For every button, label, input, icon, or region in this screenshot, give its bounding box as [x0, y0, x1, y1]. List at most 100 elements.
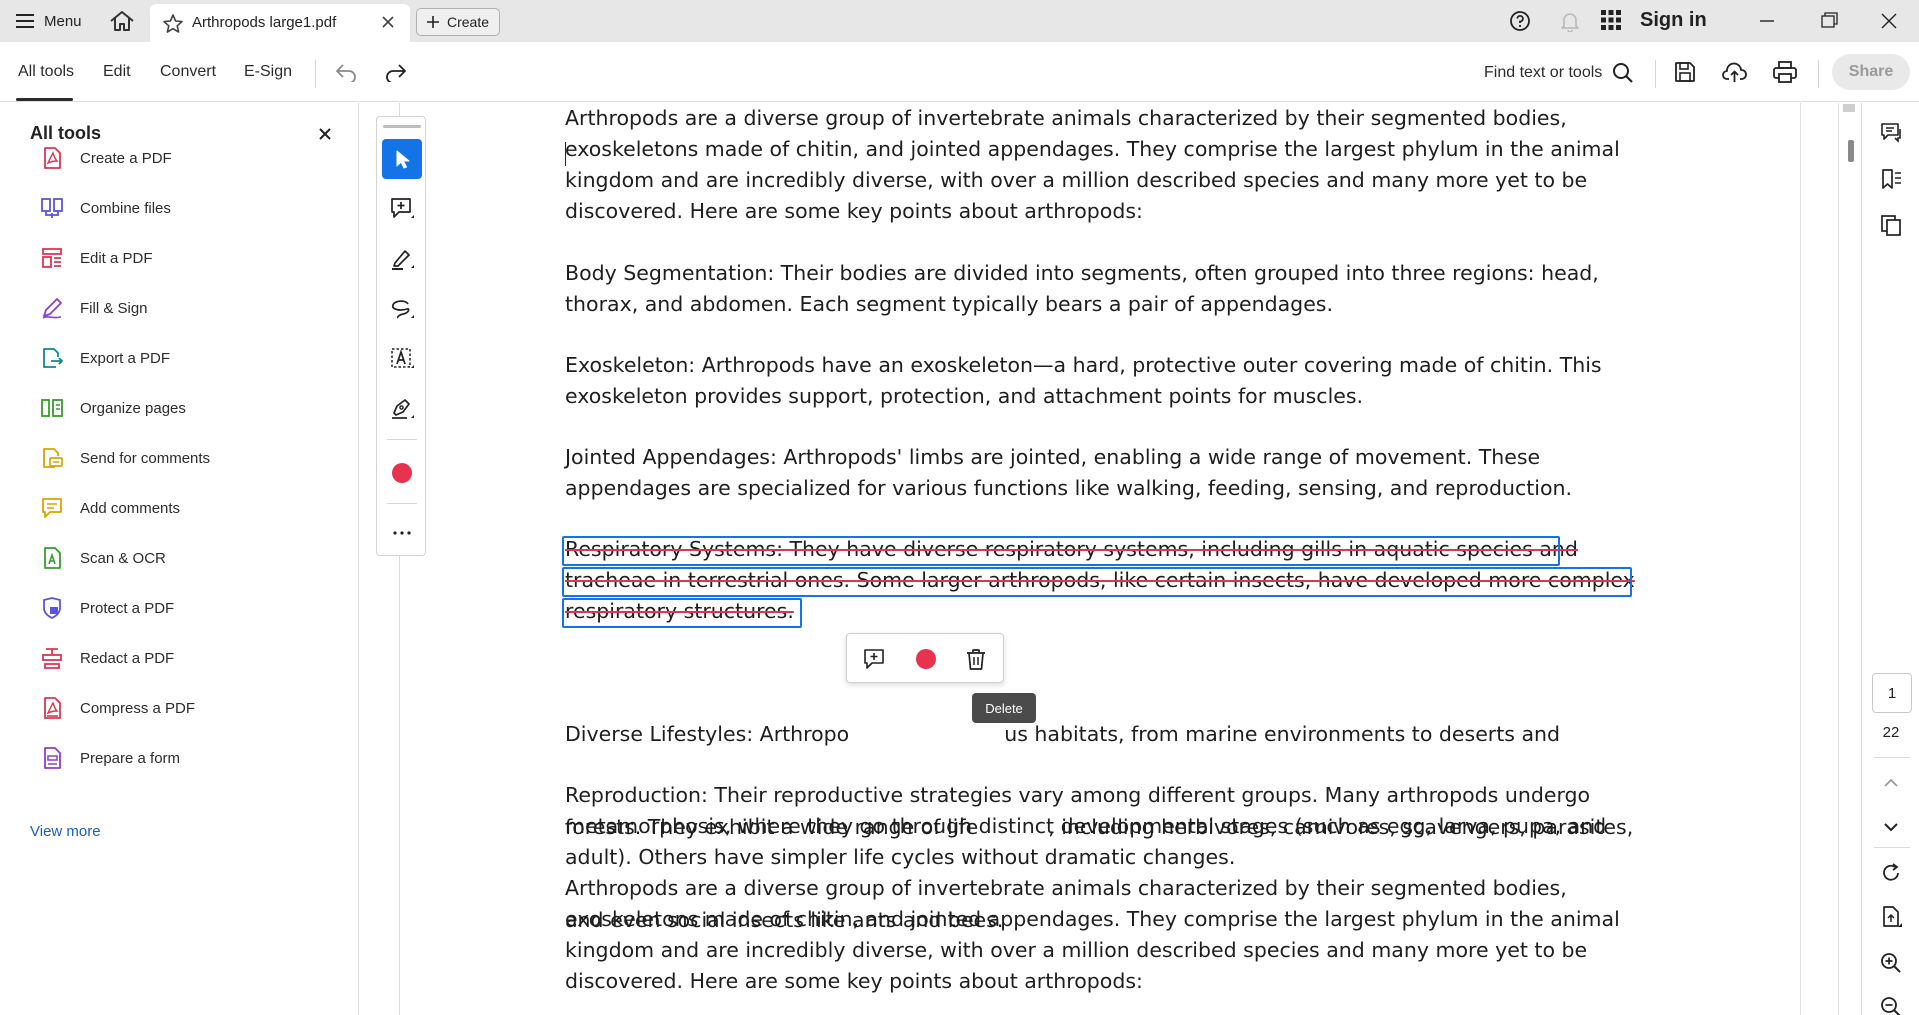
tab-edit[interactable]: Edit	[103, 63, 131, 81]
more-tools-button[interactable]	[382, 511, 422, 551]
tab-e-sign[interactable]: E-Sign	[244, 63, 292, 81]
vertical-scrollbar[interactable]	[1838, 103, 1860, 1015]
cursor-arrow-icon	[396, 150, 410, 169]
undo-icon[interactable]	[334, 62, 358, 82]
delete-annotation-button[interactable]	[960, 643, 992, 675]
annotation-selection-box[interactable]	[562, 536, 1560, 566]
save-icon[interactable]	[1674, 61, 1696, 83]
tool-combine-files[interactable]: Combine files	[40, 193, 340, 223]
apps-grid-icon[interactable]	[1601, 10, 1621, 30]
comment-plus-icon	[391, 198, 414, 218]
tool-create-pdf[interactable]: Create a PDF	[40, 143, 340, 173]
tool-scan-ocr[interactable]: Scan & OCR	[40, 543, 340, 573]
tool-label: Export a PDF	[80, 349, 171, 367]
current-page-input[interactable]: 1	[1872, 673, 1912, 713]
print-icon[interactable]	[1772, 60, 1798, 84]
freehand-draw-icon	[391, 300, 414, 319]
redo-icon[interactable]	[384, 62, 408, 82]
paragraph-exoskeleton[interactable]: Exoskeleton: Arthropods have an exoskele…	[565, 350, 1602, 412]
menu-button[interactable]: Menu	[16, 10, 82, 32]
restore-icon[interactable]	[1814, 8, 1844, 34]
toolbar-drag-handle[interactable]	[383, 125, 421, 128]
zoom-out-icon[interactable]	[1879, 995, 1903, 1015]
create-button[interactable]: Create	[416, 8, 500, 36]
add-note-button[interactable]	[858, 643, 890, 675]
annotation-color-button[interactable]	[910, 643, 942, 675]
total-pages: 22	[1882, 724, 1900, 741]
find-text-or-tools[interactable]: Find text or tools	[1484, 64, 1602, 82]
scrollbar-top-marker	[1843, 104, 1855, 112]
delete-tooltip: Delete	[972, 693, 1036, 723]
tool-send-for-comments[interactable]: Send for comments	[40, 443, 340, 473]
rotate-refresh-icon[interactable]	[1879, 861, 1903, 885]
tool-export-pdf[interactable]: Export a PDF	[40, 343, 340, 373]
annotation-toolbar	[376, 116, 426, 556]
share-button[interactable]: Share	[1832, 54, 1910, 90]
star-icon[interactable]	[162, 13, 184, 35]
sign-in-button[interactable]: Sign in	[1640, 9, 1707, 32]
highlighter-pen-icon	[392, 250, 414, 270]
draw-tool-button[interactable]	[382, 289, 422, 329]
annotation-selection-box[interactable]	[562, 567, 1632, 597]
tool-prepare-form[interactable]: Prepare a form	[40, 743, 340, 773]
paragraph-body-segmentation[interactable]: Body Segmentation: Their bodies are divi…	[565, 258, 1599, 320]
paragraph-reproduction[interactable]: Reproduction: Their reproductive strateg…	[565, 780, 1620, 997]
tab-title: Arthropods large1.pdf	[192, 14, 337, 31]
search-icon[interactable]	[1612, 62, 1634, 84]
notifications-bell-icon[interactable]	[1559, 10, 1581, 32]
tab-all-tools[interactable]: All tools	[18, 63, 74, 81]
select-tool-button[interactable]	[382, 139, 422, 179]
tool-edit-pdf[interactable]: Edit a PDF	[40, 243, 340, 273]
scrollbar-thumb[interactable]	[1848, 140, 1854, 162]
bookmarks-icon[interactable]	[1879, 167, 1903, 191]
sign-tool-button[interactable]	[382, 389, 422, 429]
toolbar-divider	[1818, 60, 1819, 88]
toolbar-divider	[315, 60, 316, 88]
close-window-icon[interactable]	[1874, 8, 1904, 34]
send-comments-icon	[43, 448, 63, 468]
tab-convert[interactable]: Convert	[160, 63, 216, 81]
tool-label: Create a PDF	[80, 149, 172, 167]
organize-pages-icon	[41, 399, 63, 417]
page-thumbnails-icon[interactable]	[1879, 213, 1903, 237]
chevron-up-icon[interactable]	[1879, 773, 1903, 793]
add-comment-tool-button[interactable]	[382, 189, 422, 229]
tool-add-comments[interactable]: Add comments	[40, 493, 340, 523]
tool-label: Edit a PDF	[80, 249, 153, 267]
document-tab[interactable]: Arthropods large1.pdf	[150, 4, 410, 42]
highlight-tool-button[interactable]	[382, 239, 422, 279]
comments-panel-icon[interactable]	[1879, 121, 1903, 145]
home-button[interactable]	[108, 9, 136, 33]
close-tab-icon[interactable]	[380, 14, 396, 30]
text-box-tool-button[interactable]	[382, 339, 422, 379]
right-rail: 1 22	[1861, 103, 1919, 1015]
view-more-link[interactable]: View more	[30, 823, 101, 840]
tool-protect-pdf[interactable]: Protect a PDF	[40, 593, 340, 623]
tool-compress-pdf[interactable]: Compress a PDF	[40, 693, 340, 723]
paragraph-intro[interactable]: Arthropods are a diverse group of invert…	[565, 103, 1620, 227]
redact-pdf-icon	[42, 648, 62, 669]
tool-organize-pages[interactable]: Organize pages	[40, 393, 340, 423]
plus-icon	[426, 16, 439, 28]
zoom-in-icon[interactable]	[1879, 951, 1903, 975]
paragraph-jointed-appendages[interactable]: Jointed Appendages: Arthropods' limbs ar…	[565, 442, 1572, 504]
toolbar-divider	[387, 503, 417, 504]
color-swatch-icon	[392, 463, 412, 483]
active-tab-indicator	[16, 98, 73, 101]
close-panel-icon[interactable]	[318, 127, 332, 141]
help-icon[interactable]	[1509, 10, 1531, 32]
color-picker-button[interactable]	[382, 453, 422, 493]
tool-fill-sign[interactable]: Fill & Sign	[40, 293, 340, 323]
tool-label: Combine files	[80, 199, 171, 217]
annotation-selection-box[interactable]	[562, 598, 802, 628]
text-box-icon	[391, 348, 414, 368]
all-tools-panel: All tools Create a PDF Combine files Edi…	[0, 103, 359, 1015]
page-fit-icon[interactable]	[1879, 905, 1903, 929]
tool-redact-pdf[interactable]: Redact a PDF	[40, 643, 340, 673]
edit-pdf-icon	[42, 248, 62, 268]
chevron-down-icon[interactable]	[1879, 817, 1903, 837]
comment-plus-icon	[864, 649, 884, 669]
toolbar-divider	[1655, 60, 1656, 88]
upload-cloud-icon[interactable]	[1722, 60, 1748, 84]
minimize-icon[interactable]	[1752, 8, 1782, 34]
